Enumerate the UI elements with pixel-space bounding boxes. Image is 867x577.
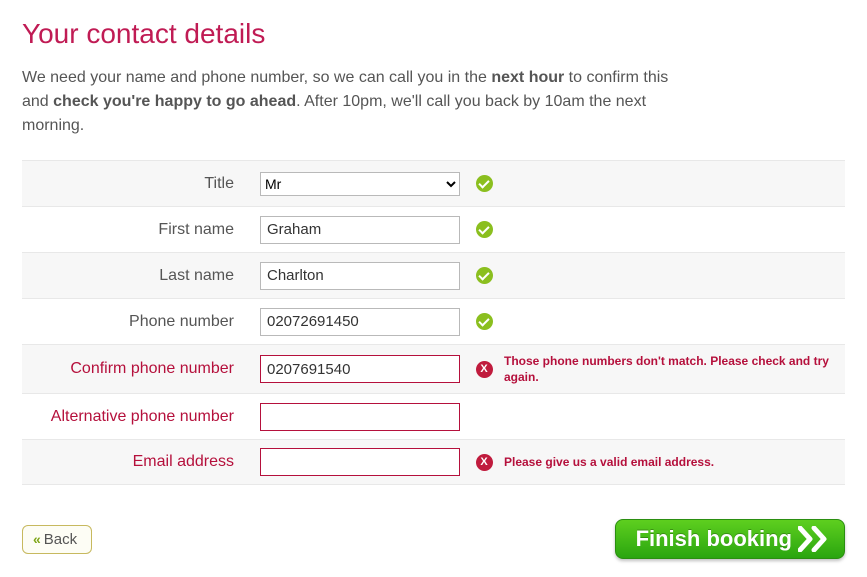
chevron-left-icon: « [33, 531, 38, 547]
row-email: Email address X Please give us a valid e… [22, 439, 845, 485]
last-name-input[interactable] [260, 262, 460, 290]
phone-input[interactable] [260, 308, 460, 336]
row-alt-phone: Alternative phone number [22, 393, 845, 439]
title-select[interactable]: Mr [260, 172, 460, 196]
label-title: Title [22, 175, 260, 193]
check-icon [476, 313, 493, 330]
row-confirm-phone: Confirm phone number X Those phone numbe… [22, 344, 845, 393]
label-first-name: First name [22, 221, 260, 239]
error-icon: X [476, 361, 493, 378]
label-email: Email address [22, 453, 260, 471]
alt-phone-input[interactable] [260, 403, 460, 431]
error-confirm-phone: Those phone numbers don't match. Please … [498, 353, 845, 385]
label-last-name: Last name [22, 267, 260, 285]
label-phone: Phone number [22, 313, 260, 331]
finish-booking-button[interactable]: Finish booking [615, 519, 845, 559]
actions-bar: « Back Finish booking [22, 519, 845, 559]
row-first-name: First name [22, 206, 845, 252]
row-phone: Phone number [22, 298, 845, 344]
label-alt-phone: Alternative phone number [22, 408, 260, 426]
check-icon [476, 175, 493, 192]
chevron-right-icon [798, 526, 834, 552]
label-confirm-phone: Confirm phone number [22, 360, 260, 378]
page-title: Your contact details [22, 18, 845, 50]
confirm-phone-input[interactable] [260, 355, 460, 383]
row-title: Title Mr [22, 160, 845, 206]
check-icon [476, 221, 493, 238]
check-icon [476, 267, 493, 284]
error-icon: X [476, 454, 493, 471]
error-email: Please give us a valid email address. [498, 454, 845, 470]
first-name-input[interactable] [260, 216, 460, 244]
intro-text: We need your name and phone number, so w… [22, 66, 682, 138]
row-last-name: Last name [22, 252, 845, 298]
back-button[interactable]: « Back [22, 525, 92, 554]
contact-form: Title Mr First name Last name Phone numb… [22, 160, 845, 485]
email-input[interactable] [260, 448, 460, 476]
